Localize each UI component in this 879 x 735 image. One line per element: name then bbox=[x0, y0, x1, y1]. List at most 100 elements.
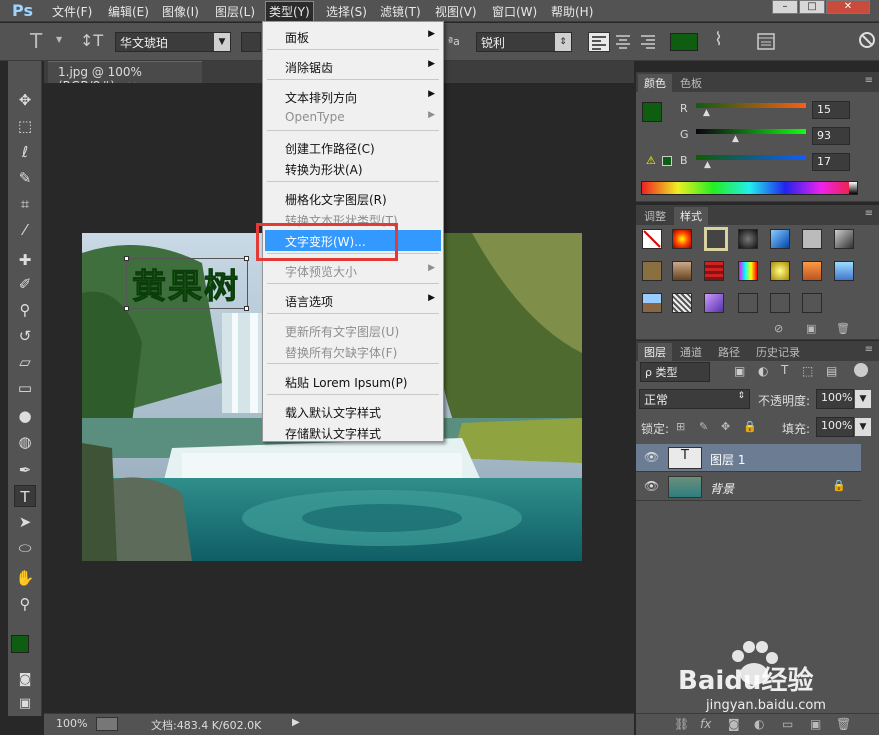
clear-style-icon[interactable]: ⊘ bbox=[774, 322, 783, 335]
color-spectrum-bar[interactable] bbox=[641, 181, 858, 195]
foreground-color-swatch[interactable] bbox=[642, 102, 662, 122]
type-tool-icon[interactable]: T bbox=[14, 485, 36, 507]
dodge-tool-icon[interactable]: ◍ bbox=[14, 431, 36, 453]
layer-name[interactable]: 图层 1 bbox=[710, 451, 745, 468]
transform-handle[interactable] bbox=[124, 306, 129, 311]
type-menu-item[interactable]: 粘贴 Lorem Ipsum(P) bbox=[265, 371, 441, 392]
type-menu-item[interactable]: 消除锯齿 ▶ bbox=[265, 56, 441, 77]
style-swatch[interactable] bbox=[770, 293, 790, 313]
chevron-down-icon[interactable]: ▼ bbox=[855, 418, 871, 436]
type-menu-item[interactable]: 存储默认文字样式 bbox=[265, 422, 441, 443]
tab-adjustments[interactable]: 调整 bbox=[638, 207, 672, 225]
marquee-tool-icon[interactable]: ⬚ bbox=[14, 115, 36, 137]
style-swatch[interactable] bbox=[672, 229, 692, 249]
antialias-select[interactable]: 锐利 ⇕ bbox=[476, 32, 572, 52]
move-tool-icon[interactable]: ✥ bbox=[14, 89, 36, 111]
quick-select-tool-icon[interactable]: ✎ bbox=[14, 167, 36, 189]
crop-tool-icon[interactable]: ⌗ bbox=[14, 193, 36, 215]
type-menu-item[interactable]: 载入默认文字样式 bbox=[265, 401, 441, 422]
menu-view[interactable]: 视图(V) bbox=[435, 3, 477, 20]
chevron-down-icon[interactable]: ▼ bbox=[56, 35, 62, 44]
opacity-input[interactable]: 100% bbox=[816, 389, 854, 409]
menu-file[interactable]: 文件(F) bbox=[52, 3, 92, 20]
tab-swatches[interactable]: 色板 bbox=[674, 74, 708, 92]
style-swatch[interactable] bbox=[672, 261, 692, 281]
type-menu-item[interactable]: 语言选项 ▶ bbox=[265, 290, 441, 311]
transform-handle[interactable] bbox=[124, 256, 129, 261]
style-swatch[interactable] bbox=[738, 229, 758, 249]
tab-history[interactable]: 历史记录 bbox=[750, 343, 806, 361]
filter-shape-icon[interactable]: ⬚ bbox=[802, 364, 813, 378]
lock-move-icon[interactable]: ✥ bbox=[721, 420, 730, 433]
lasso-tool-icon[interactable]: ℓ bbox=[14, 141, 36, 163]
pen-tool-icon[interactable]: ✒ bbox=[14, 459, 36, 481]
style-swatch[interactable] bbox=[642, 293, 662, 313]
style-swatch[interactable] bbox=[770, 229, 790, 249]
filter-smart-icon[interactable]: ▤ bbox=[826, 364, 837, 378]
eyedropper-tool-icon[interactable]: ⁄ bbox=[14, 219, 36, 241]
style-swatch[interactable] bbox=[834, 229, 854, 249]
align-right-button[interactable] bbox=[638, 32, 660, 52]
font-style-select[interactable] bbox=[241, 32, 261, 52]
cancel-icon[interactable] bbox=[858, 31, 876, 49]
websafe-swatch[interactable] bbox=[662, 156, 672, 166]
blue-slider-thumb[interactable]: ▲ bbox=[704, 160, 711, 170]
menu-layer[interactable]: 图层(L) bbox=[215, 3, 255, 20]
menu-filter[interactable]: 滤镜(T) bbox=[380, 3, 421, 20]
style-swatch[interactable] bbox=[834, 261, 854, 281]
chevron-right-icon[interactable]: ▶ bbox=[292, 717, 300, 728]
healing-brush-tool-icon[interactable]: ✚ bbox=[14, 249, 36, 271]
menu-window[interactable]: 窗口(W) bbox=[492, 3, 537, 20]
menu-image[interactable]: 图像(I) bbox=[162, 3, 199, 20]
type-menu-item[interactable]: 面板 ▶ bbox=[265, 26, 441, 47]
tab-layers[interactable]: 图层 bbox=[638, 343, 672, 361]
gradient-tool-icon[interactable]: ▭ bbox=[14, 377, 36, 399]
canvas-text-layer[interactable]: 黄果树 bbox=[132, 259, 240, 308]
blur-tool-icon[interactable]: ● bbox=[14, 405, 36, 427]
quick-mask-icon[interactable]: ◙ bbox=[14, 669, 36, 691]
lock-transparency-icon[interactable]: ⊞ bbox=[676, 420, 685, 433]
foreground-color-swatch[interactable] bbox=[11, 635, 29, 653]
lock-brush-icon[interactable]: ✎ bbox=[699, 420, 708, 433]
path-select-tool-icon[interactable]: ➤ bbox=[14, 511, 36, 533]
style-swatch[interactable] bbox=[738, 261, 758, 281]
style-swatch[interactable] bbox=[802, 229, 822, 249]
type-menu-item[interactable]: 转换为形状(A) bbox=[265, 158, 441, 179]
zoom-level[interactable]: 100% bbox=[56, 717, 87, 730]
style-swatch[interactable] bbox=[704, 293, 724, 313]
type-menu-item[interactable]: 栅格化文字图层(R) bbox=[265, 188, 441, 209]
black-white-ramp[interactable] bbox=[849, 182, 857, 194]
fill-input[interactable]: 100% bbox=[816, 417, 854, 437]
filter-type-icon[interactable]: T bbox=[781, 363, 788, 377]
panel-menu-icon[interactable]: ≡ bbox=[865, 344, 873, 355]
red-slider[interactable] bbox=[696, 103, 806, 108]
panel-menu-icon[interactable]: ≡ bbox=[865, 208, 873, 219]
style-swatch[interactable] bbox=[802, 293, 822, 313]
text-tool-icon[interactable]: T bbox=[30, 29, 42, 53]
style-swatch[interactable] bbox=[770, 261, 790, 281]
maximize-button[interactable]: □ bbox=[799, 0, 825, 14]
transform-handle[interactable] bbox=[244, 256, 249, 261]
text-color-swatch[interactable] bbox=[670, 33, 698, 51]
red-value-input[interactable]: 15 bbox=[812, 101, 850, 119]
style-swatch[interactable] bbox=[672, 293, 692, 313]
style-swatch[interactable] bbox=[642, 261, 662, 281]
green-slider[interactable] bbox=[696, 129, 806, 134]
layer-row-background[interactable]: 👁 背景 🔒 bbox=[636, 473, 861, 501]
layer-name[interactable]: 背景 bbox=[710, 480, 734, 497]
filter-toggle-icon[interactable] bbox=[854, 363, 868, 377]
screen-mode-icon[interactable]: ▣ bbox=[14, 693, 36, 715]
blue-value-input[interactable]: 17 bbox=[812, 153, 850, 171]
transform-handle[interactable] bbox=[244, 306, 249, 311]
style-none-swatch[interactable] bbox=[642, 229, 662, 249]
filter-pixel-icon[interactable]: ▣ bbox=[734, 364, 745, 378]
history-brush-tool-icon[interactable]: ↺ bbox=[14, 325, 36, 347]
text-orientation-icon[interactable]: ↕T bbox=[80, 31, 103, 50]
blue-slider[interactable] bbox=[696, 155, 806, 160]
minimize-button[interactable]: – bbox=[772, 0, 798, 14]
tab-color[interactable]: 颜色 bbox=[638, 74, 672, 92]
delete-icon[interactable]: 🗑 bbox=[836, 322, 850, 335]
close-button[interactable]: ✕ bbox=[826, 0, 870, 14]
zoom-tool-icon[interactable]: ⚲ bbox=[14, 593, 36, 615]
clone-stamp-tool-icon[interactable]: ⚲ bbox=[14, 299, 36, 321]
